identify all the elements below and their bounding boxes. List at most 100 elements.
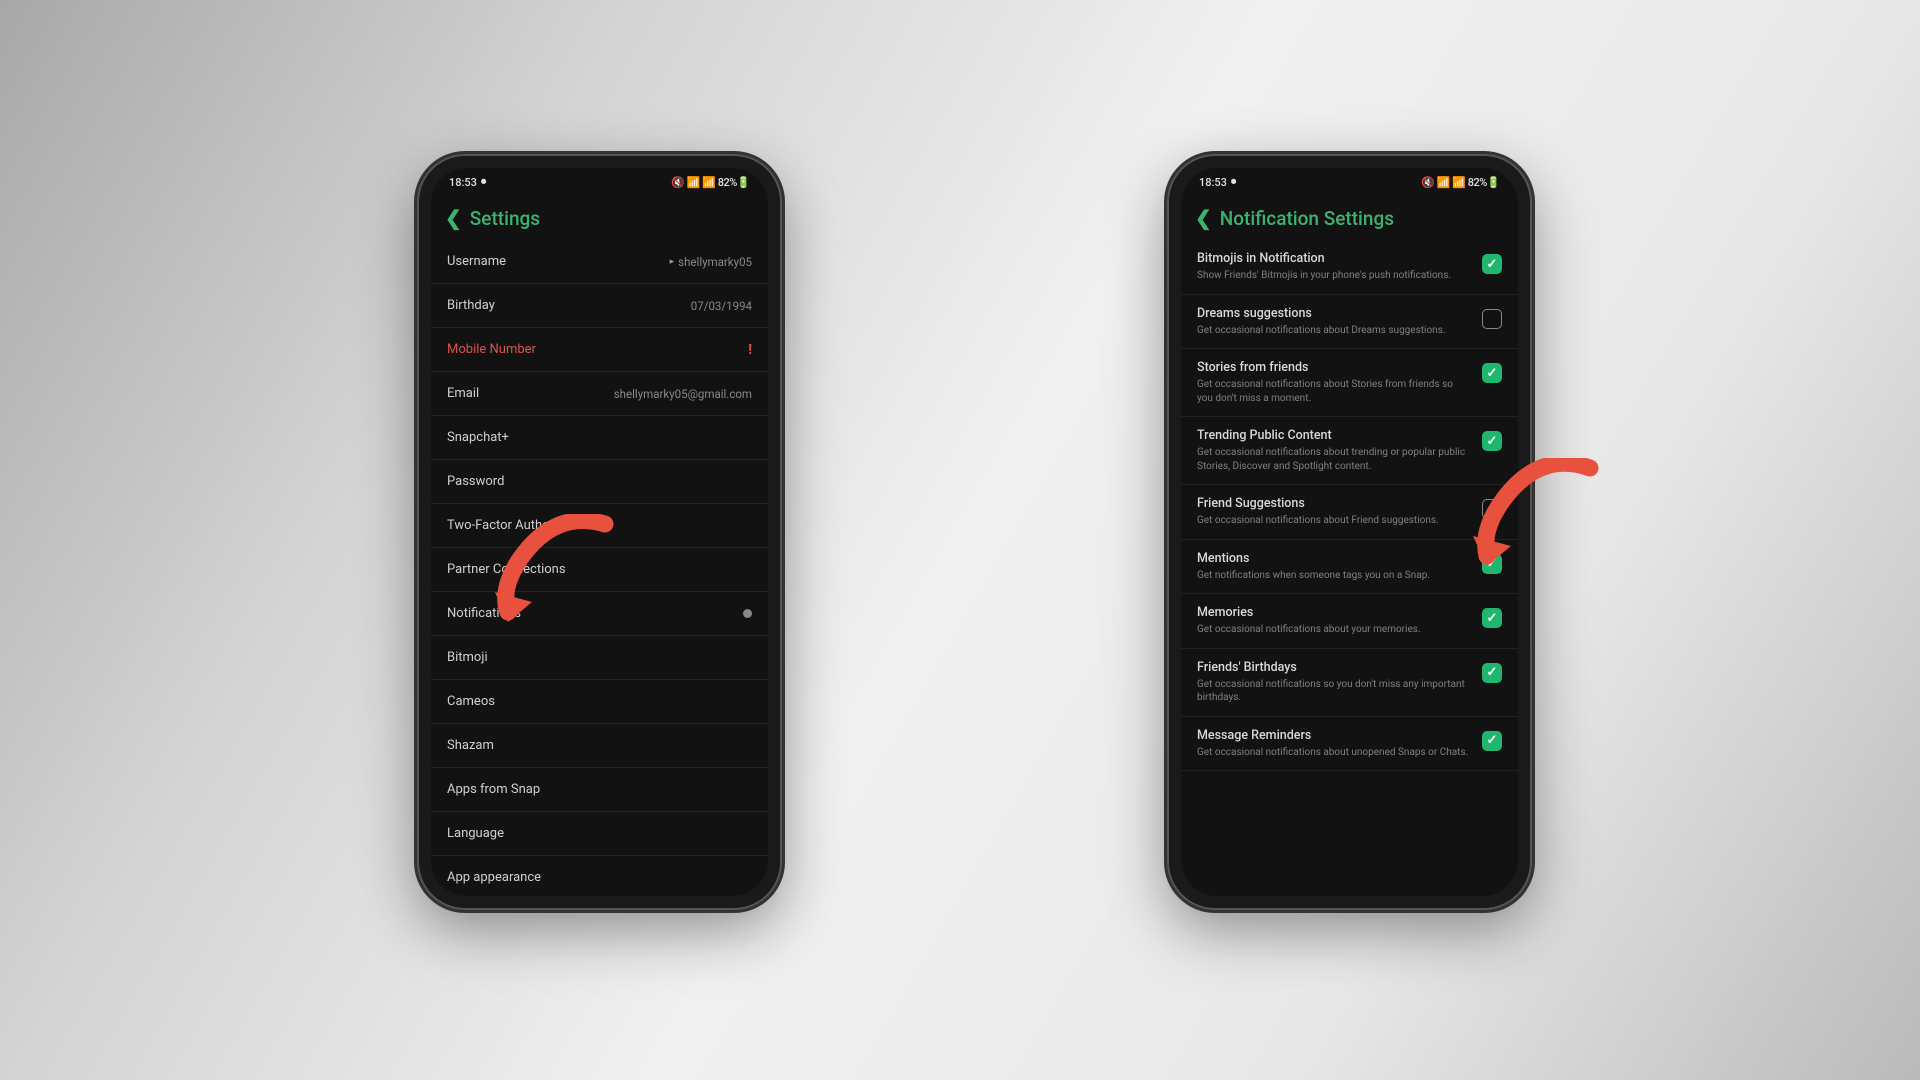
notification-text: Message Reminders Get occasional notifica… <box>1197 728 1482 760</box>
status-icons-right: 🔇 📶 📶 82%🔋 <box>671 176 750 189</box>
notification-text: Friend Suggestions Get occasional notific… <box>1197 496 1482 528</box>
row-label: Shazam <box>447 738 494 753</box>
notification-title: Trending Public Content <box>1197 428 1470 443</box>
header-bar: ❮ Settings <box>431 196 768 240</box>
settings-row-username[interactable]: Username ▸shellymarky05 <box>431 240 768 284</box>
screen: 18:53 ⏺ 🔇 📶 📶 82%🔋 ❮ Notification Settin… <box>1181 168 1518 896</box>
settings-row-notifications[interactable]: Notifications <box>431 592 768 636</box>
checkbox[interactable]: ✓ <box>1482 608 1502 628</box>
settings-row-password[interactable]: Password <box>431 460 768 504</box>
notification-settings-list[interactable]: Bitmojis in Notification Show Friends' Bi… <box>1181 240 1518 771</box>
notification-title: Bitmojis in Notification <box>1197 251 1470 266</box>
notification-title: Memories <box>1197 605 1470 620</box>
notification-row-dreams-suggestions[interactable]: Dreams suggestionsGet occasional notific… <box>1181 295 1518 350</box>
settings-row-snapchat-[interactable]: Snapchat+ <box>431 416 768 460</box>
notification-row-stories-from-friends[interactable]: Stories from friends Get occasional notif… <box>1181 349 1518 417</box>
settings-row-two-factor-authentication[interactable]: Two-Factor Authentication <box>431 504 768 548</box>
notification-title: Friends' Birthdays <box>1197 660 1470 675</box>
notification-text: MemoriesGet occasional notifications abo… <box>1197 605 1482 637</box>
row-label: Password <box>447 474 504 489</box>
notification-row-friends-birthdays[interactable]: Friends' Birthdays Get occasional notific… <box>1181 649 1518 717</box>
notification-row-message-reminders[interactable]: Message Reminders Get occasional notifica… <box>1181 717 1518 772</box>
screen: 18:53 ⏺ 🔇 📶 📶 82%🔋 ❮ Settings Username ▸s… <box>431 168 768 896</box>
notification-title: Mentions <box>1197 551 1470 566</box>
settings-row-email[interactable]: Email shellymarky05@gmail.com <box>431 372 768 416</box>
settings-row-shazam[interactable]: Shazam <box>431 724 768 768</box>
status-recording-icon: ⏺ <box>481 175 487 189</box>
checkmark-icon: ✓ <box>1487 434 1498 449</box>
notification-text: Bitmojis in Notification Show Friends' Bi… <box>1197 251 1482 283</box>
settings-list[interactable]: Username ▸shellymarky05 Birthday 07/03/1994… <box>431 240 768 896</box>
notification-title: Stories from friends <box>1197 360 1470 375</box>
row-value: shellymarky05@gmail.com <box>614 387 752 401</box>
row-value: ! <box>748 342 752 358</box>
notification-row-bitmojis-in-notification[interactable]: Bitmojis in Notification Show Friends' Bi… <box>1181 240 1518 295</box>
row-label: Notifications <box>447 606 521 621</box>
notification-row-trending-public-content[interactable]: Trending Public Content Get occasional no… <box>1181 417 1518 485</box>
notification-description: Show Friends' Bitmojis in your phone's p… <box>1197 269 1470 283</box>
row-label: Partner Connections <box>447 562 566 577</box>
checkbox[interactable]: ✓ <box>1482 363 1502 383</box>
row-label: Birthday <box>447 298 495 313</box>
row-label: Email <box>447 386 479 401</box>
notification-description: Get occasional notifications about Stori… <box>1197 378 1470 405</box>
notification-row-mentions[interactable]: Mentions Get notifications when someone t… <box>1181 540 1518 595</box>
row-value: 07/03/1994 <box>691 299 752 313</box>
notification-title: Dreams suggestions <box>1197 306 1470 321</box>
checkmark-icon: ✓ <box>1487 257 1498 272</box>
checkmark-icon: ✓ <box>1487 611 1498 626</box>
settings-row-partner-connections[interactable]: Partner Connections <box>431 548 768 592</box>
notification-title: Message Reminders <box>1197 728 1470 743</box>
row-value: ▸shellymarky05 <box>670 255 752 269</box>
status-time: 18:53 <box>1199 176 1227 189</box>
page-title: Notification Settings <box>1220 207 1394 230</box>
status-recording-icon: ⏺ <box>1231 175 1237 189</box>
notification-row-memories[interactable]: MemoriesGet occasional notifications abo… <box>1181 594 1518 649</box>
settings-row-cameos[interactable]: Cameos <box>431 680 768 724</box>
checkbox[interactable]: ✓ <box>1482 731 1502 751</box>
notification-text: Dreams suggestionsGet occasional notific… <box>1197 306 1482 338</box>
row-label: Snapchat+ <box>447 430 509 445</box>
settings-row-language[interactable]: Language <box>431 812 768 856</box>
row-label: Cameos <box>447 694 495 709</box>
row-label: Mobile Number <box>447 342 536 357</box>
status-bar: 18:53 ⏺ 🔇 📶 📶 82%🔋 <box>431 168 768 196</box>
checkmark-icon: ✓ <box>1487 556 1498 571</box>
notification-text: Stories from friends Get occasional notif… <box>1197 360 1482 405</box>
settings-row-birthday[interactable]: Birthday 07/03/1994 <box>431 284 768 328</box>
row-label: Bitmoji <box>447 650 488 665</box>
settings-row-apps-from-snap[interactable]: Apps from Snap <box>431 768 768 812</box>
notification-description: Get occasional notifications about unope… <box>1197 746 1470 760</box>
checkbox[interactable] <box>1482 499 1502 519</box>
notification-description: Get notifications when someone tags you … <box>1197 569 1470 583</box>
settings-row-app-appearance[interactable]: App appearance <box>431 856 768 896</box>
phone-mockup-settings: 18:53 ⏺ 🔇 📶 📶 82%🔋 ❮ Settings Username ▸s… <box>417 154 782 910</box>
back-icon[interactable]: ❮ <box>1195 206 1212 230</box>
checkbox[interactable]: ✓ <box>1482 663 1502 683</box>
row-label: Username <box>447 254 506 269</box>
row-label: Apps from Snap <box>447 782 540 797</box>
checkbox[interactable]: ✓ <box>1482 431 1502 451</box>
back-icon[interactable]: ❮ <box>445 206 462 230</box>
row-label: App appearance <box>447 870 541 885</box>
notification-description: Get occasional notifications about Frien… <box>1197 514 1470 528</box>
checkbox[interactable]: ✓ <box>1482 254 1502 274</box>
header-bar: ❮ Notification Settings <box>1181 196 1518 240</box>
checkmark-icon: ✓ <box>1487 665 1498 680</box>
notification-title: Friend Suggestions <box>1197 496 1470 511</box>
status-bar: 18:53 ⏺ 🔇 📶 📶 82%🔋 <box>1181 168 1518 196</box>
checkmark-icon: ✓ <box>1487 366 1498 381</box>
row-label: Language <box>447 826 504 841</box>
settings-row-mobile-number[interactable]: Mobile Number! <box>431 328 768 372</box>
notification-text: Friends' Birthdays Get occasional notific… <box>1197 660 1482 705</box>
notification-row-friend-suggestions[interactable]: Friend Suggestions Get occasional notific… <box>1181 485 1518 540</box>
notification-description: Get occasional notifications so you don'… <box>1197 678 1470 705</box>
checkbox[interactable]: ✓ <box>1482 554 1502 574</box>
notification-text: Mentions Get notifications when someone t… <box>1197 551 1482 583</box>
settings-row-bitmoji[interactable]: Bitmoji <box>431 636 768 680</box>
status-time: 18:53 <box>449 176 477 189</box>
notification-description: Get occasional notifications about trend… <box>1197 446 1470 473</box>
dot-indicator-icon <box>743 609 752 618</box>
checkbox[interactable] <box>1482 309 1502 329</box>
row-label: Two-Factor Authentication <box>447 518 600 533</box>
